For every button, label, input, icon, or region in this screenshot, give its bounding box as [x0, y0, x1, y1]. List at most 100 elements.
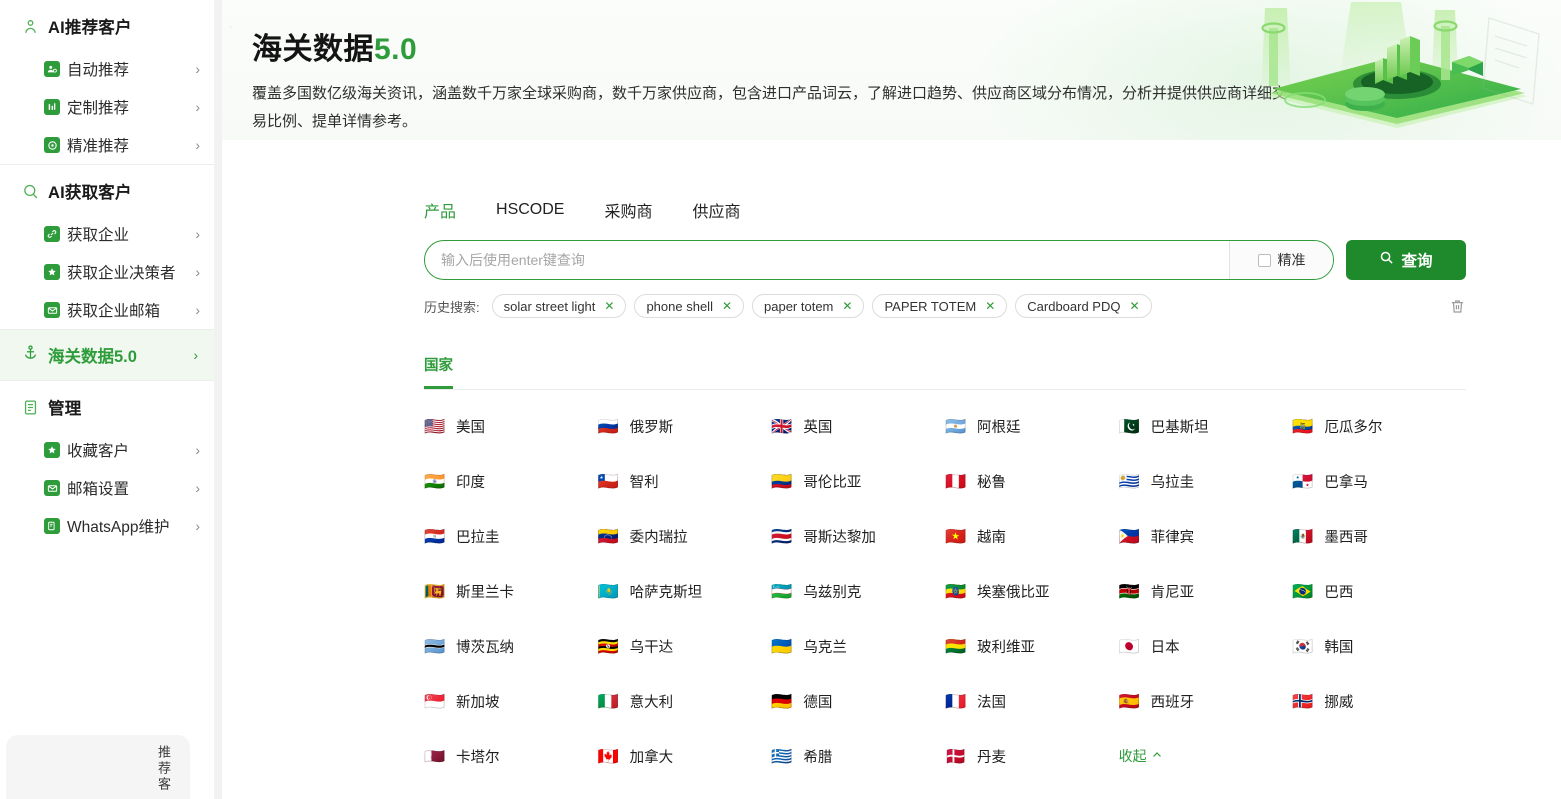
country-item[interactable]: 🇪🇸 西班牙	[1119, 689, 1293, 713]
country-item[interactable]: 🇵🇾 巴拉圭	[424, 524, 598, 548]
sidebar-item-label: 邮箱设置	[67, 481, 130, 498]
close-icon[interactable]: ✕	[1129, 299, 1139, 313]
page-title: 海关数据5.0	[252, 24, 1292, 68]
country-item[interactable]: 🇺🇸 美国	[424, 414, 598, 438]
country-item[interactable]: 🇦🇷 阿根廷	[945, 414, 1119, 438]
history-chip[interactable]: solar street light ✕	[491, 294, 627, 318]
flag-icon: 🇨🇷	[771, 526, 793, 546]
history-chip[interactable]: phone shell ✕	[634, 294, 745, 318]
country-item[interactable]: 🇺🇦 乌克兰	[771, 634, 945, 658]
trash-icon[interactable]	[1449, 298, 1466, 315]
country-item[interactable]: 🇨🇱 智利	[598, 469, 772, 493]
target-icon	[44, 137, 60, 153]
tab-supplier[interactable]: 供应商	[692, 198, 740, 226]
sidebar-item-acquire-company[interactable]: 获取企业 ›	[0, 215, 214, 253]
country-item[interactable]: 🇯🇵 日本	[1119, 634, 1293, 658]
country-item[interactable]: 🇲🇽 墨西哥	[1292, 524, 1466, 548]
country-item[interactable]: 🇶🇦 卡塔尔	[424, 744, 598, 768]
sidebar-item-whatsapp-maintain[interactable]: WhatsApp维护 ›	[0, 507, 214, 545]
tab-buyer[interactable]: 采购商	[604, 198, 652, 226]
country-item[interactable]: 🇰🇪 肯尼亚	[1119, 579, 1293, 603]
sidebar-gap	[214, 0, 222, 799]
country-label: 挪威	[1324, 694, 1354, 711]
flag-icon: 🇧🇼	[424, 636, 446, 656]
history-chip[interactable]: paper totem ✕	[752, 294, 865, 318]
anchor-icon	[22, 344, 39, 366]
collapse-countries-button[interactable]: 收起	[1119, 744, 1293, 768]
sidebar-item-precise-recommend[interactable]: 精准推荐 ›	[0, 126, 214, 164]
tab-hscode[interactable]: HSCODE	[496, 201, 564, 223]
country-item[interactable]: 🇵🇪 秘鲁	[945, 469, 1119, 493]
country-item[interactable]: 🇱🇰 斯里兰卡	[424, 579, 598, 603]
country-label: 德国	[803, 694, 833, 711]
country-item[interactable]: 🇧🇼 博茨瓦纳	[424, 634, 598, 658]
collapse-label: 收起	[1118, 748, 1147, 764]
sidebar-item-favorite-customers[interactable]: 收藏客户 ›	[0, 431, 214, 469]
search-field-wrapper: 精准	[424, 240, 1334, 280]
country-label: 厄瓜多尔	[1324, 419, 1383, 436]
chevron-right-icon: ›	[195, 480, 200, 496]
country-label: 美国	[456, 419, 485, 436]
sidebar-item-acquire-decision-maker[interactable]: 获取企业决策者 ›	[0, 253, 214, 291]
country-item[interactable]: 🇬🇧 英国	[771, 414, 945, 438]
floating-recommend-panel[interactable]: 推荐客	[6, 735, 190, 799]
country-item[interactable]: 🇨🇦 加拿大	[598, 744, 772, 768]
country-item[interactable]: 🇧🇴 玻利维亚	[945, 634, 1119, 658]
subtab-country[interactable]: 国家	[424, 354, 453, 389]
tab-product[interactable]: 产品	[424, 198, 456, 226]
sidebar-item-acquire-email[interactable]: 获取企业邮箱 ›	[0, 291, 214, 329]
country-item[interactable]: 🇮🇹 意大利	[598, 689, 772, 713]
country-item[interactable]: 🇵🇭 菲律宾	[1119, 524, 1293, 548]
country-label: 新加坡	[456, 694, 500, 711]
country-item[interactable]: 🇺🇾 乌拉圭	[1119, 469, 1293, 493]
country-item[interactable]: 🇪🇨 厄瓜多尔	[1292, 414, 1466, 438]
country-item[interactable]: 🇸🇬 新加坡	[424, 689, 598, 713]
isometric-platform-illustration	[1247, 0, 1547, 140]
close-icon[interactable]: ✕	[604, 299, 614, 313]
country-label: 意大利	[629, 694, 674, 711]
country-item[interactable]: 🇳🇴 挪威	[1292, 689, 1466, 713]
sidebar-item-custom-recommend[interactable]: 定制推荐 ›	[0, 88, 214, 126]
country-item[interactable]: 🇩🇰 丹麦	[945, 744, 1119, 768]
close-icon[interactable]: ✕	[842, 299, 852, 313]
history-chip[interactable]: Cardboard PDQ ✕	[1015, 294, 1152, 318]
country-item[interactable]: 🇰🇷 韩国	[1292, 634, 1466, 658]
banner-text: 海关数据5.0 覆盖多国数亿级海关资讯，涵盖数千万家全球采购商，数千万家供应商，…	[252, 24, 1292, 136]
exact-match-checkbox[interactable]: 精准	[1229, 241, 1333, 279]
close-icon[interactable]: ✕	[985, 299, 995, 313]
sidebar-item-label: 获取企业邮箱	[67, 303, 161, 320]
country-label: 玻利维亚	[977, 639, 1035, 656]
search-input[interactable]	[425, 241, 1229, 279]
country-item[interactable]: 🇵🇰 巴基斯坦	[1119, 414, 1293, 438]
country-item[interactable]: 🇬🇷 希腊	[771, 744, 945, 768]
country-item[interactable]: 🇺🇿 乌兹别克	[771, 579, 945, 603]
history-chip[interactable]: PAPER TOTEM ✕	[872, 294, 1008, 318]
country-item[interactable]: 🇻🇳 越南	[945, 524, 1119, 548]
country-item[interactable]: 🇷🇺 俄罗斯	[598, 414, 772, 438]
checkbox-box-icon	[1257, 253, 1271, 267]
country-label: 埃塞俄比亚	[977, 584, 1050, 601]
close-icon[interactable]: ✕	[722, 299, 732, 313]
country-label: 巴拉圭	[456, 529, 500, 546]
country-item[interactable]: 🇩🇪 德国	[771, 689, 945, 713]
country-item[interactable]: 🇨🇴 哥伦比亚	[771, 469, 945, 493]
search-submit-button[interactable]: 查询	[1346, 240, 1466, 280]
flag-icon: 🇸🇬	[424, 691, 446, 711]
chevron-right-icon: ›	[195, 99, 200, 115]
mail-icon	[44, 480, 60, 496]
country-item[interactable]: 🇧🇷 巴西	[1292, 579, 1466, 603]
country-label: 哥伦比亚	[803, 474, 862, 491]
country-item[interactable]: 🇰🇿 哈萨克斯坦	[598, 579, 772, 603]
country-item[interactable]: 🇻🇪 委内瑞拉	[598, 524, 772, 548]
country-item[interactable]: 🇮🇳 印度	[424, 469, 598, 493]
sidebar-item-customs-data[interactable]: 海关数据5.0 ›	[0, 329, 214, 381]
flag-icon: 🇷🇺	[597, 416, 619, 436]
star-badge-icon	[44, 264, 60, 280]
sidebar-item-mailbox-settings[interactable]: 邮箱设置 ›	[0, 469, 214, 507]
country-item[interactable]: 🇪🇹 埃塞俄比亚	[945, 579, 1119, 603]
country-item[interactable]: 🇺🇬 乌干达	[598, 634, 772, 658]
country-item[interactable]: 🇫🇷 法国	[945, 689, 1119, 713]
country-item[interactable]: 🇨🇷 哥斯达黎加	[771, 524, 945, 548]
country-item[interactable]: 🇵🇦 巴拿马	[1292, 469, 1466, 493]
sidebar-item-auto-recommend[interactable]: 自动推荐 ›	[0, 50, 214, 88]
